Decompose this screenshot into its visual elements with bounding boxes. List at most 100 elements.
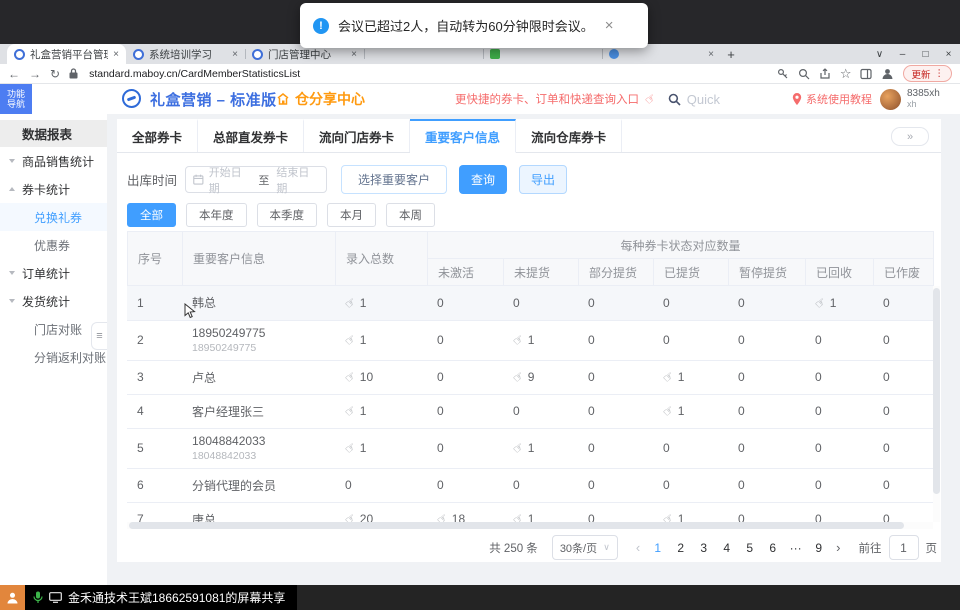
window-close-button[interactable]: × xyxy=(937,44,960,64)
quick-filter-本周[interactable]: 本周 xyxy=(386,203,435,227)
function-nav-toggle[interactable]: 功能 导航 xyxy=(0,84,32,114)
microphone-icon[interactable] xyxy=(33,591,43,604)
page-number-6[interactable]: 6 xyxy=(762,541,783,555)
share-center-link[interactable]: 仓分享中心 xyxy=(276,84,365,114)
tab-search-icon[interactable]: ∨ xyxy=(868,44,891,64)
cell-link-value[interactable]: 1 xyxy=(360,441,367,455)
collapse-panel-button[interactable]: » xyxy=(891,127,929,146)
quick-filter-本年度[interactable]: 本年度 xyxy=(186,203,247,227)
sidebar-item-订单统计[interactable]: 订单统计 xyxy=(0,259,107,287)
reload-icon[interactable]: ↻ xyxy=(50,68,60,80)
cell-link-value[interactable]: 9 xyxy=(528,370,535,384)
end-date-placeholder[interactable]: 结束日期 xyxy=(276,164,319,196)
sidebar-item-商品销售统计[interactable]: 商品销售统计 xyxy=(0,147,107,175)
bookmark-star-icon[interactable]: ☆ xyxy=(840,67,852,80)
side-panel-icon[interactable] xyxy=(860,68,872,80)
zoom-icon[interactable] xyxy=(798,68,810,80)
tab-重要客户信息[interactable]: 重要客户信息 xyxy=(410,119,516,153)
customer-name[interactable]: 韩总 xyxy=(192,294,325,311)
maximize-button[interactable]: □ xyxy=(914,44,937,64)
cell-total: ☞1 xyxy=(335,286,427,320)
user-subname: xh xyxy=(907,99,940,110)
browser-tab[interactable]: 礼盒营销平台管理中心× xyxy=(7,44,126,64)
tab-全部券卡[interactable]: 全部券卡 xyxy=(117,119,198,152)
cell-link-value[interactable]: 1 xyxy=(678,404,685,418)
cell-status-已作废: 0 xyxy=(873,428,933,468)
quick-filter-本季度[interactable]: 本季度 xyxy=(257,203,318,227)
sidebar-collapse-handle[interactable]: ≡ xyxy=(91,322,107,350)
finger-link-icon: ☞ xyxy=(510,331,527,349)
next-page-button[interactable]: › xyxy=(836,540,840,555)
tab-close-icon[interactable]: × xyxy=(351,49,357,60)
quick-filter-本月[interactable]: 本月 xyxy=(327,203,376,227)
customer-name[interactable]: 分销代理的会员 xyxy=(192,477,325,494)
sidebar-item-优惠券[interactable]: 优惠券 xyxy=(0,231,107,259)
cell-link-value[interactable]: 1 xyxy=(528,512,535,522)
customer-name[interactable]: 客户经理张三 xyxy=(192,403,325,420)
finger-link-icon: ☞ xyxy=(342,510,359,522)
page-number-5[interactable]: 5 xyxy=(739,541,760,555)
tab-流向仓库券卡[interactable]: 流向仓库券卡 xyxy=(516,119,622,152)
promo-text[interactable]: 更快捷的券卡、订单和快递查询入口 xyxy=(455,91,639,107)
share-icon[interactable] xyxy=(819,68,831,80)
page-number-4[interactable]: 4 xyxy=(716,541,737,555)
cell-link-value[interactable]: 1 xyxy=(528,333,535,347)
minimize-button[interactable]: – xyxy=(891,44,914,64)
page-number-3[interactable]: 3 xyxy=(693,541,714,555)
forward-icon[interactable]: → xyxy=(29,68,41,80)
page-number-2[interactable]: 2 xyxy=(670,541,691,555)
browser-update-button[interactable]: 更新⋮ xyxy=(903,65,952,82)
toast-close-icon[interactable]: × xyxy=(605,17,614,34)
quick-search-placeholder[interactable]: Quick xyxy=(687,92,720,107)
tab-close-icon[interactable]: × xyxy=(232,49,238,60)
customer-name[interactable]: 唐总 xyxy=(192,511,325,523)
horizontal-scrollbar-thumb[interactable] xyxy=(129,522,904,529)
cell-link-value[interactable]: 1 xyxy=(678,512,685,522)
vertical-scrollbar-thumb[interactable] xyxy=(933,288,940,494)
profile-icon[interactable] xyxy=(881,67,894,80)
page-size-select[interactable]: 30条/页 ∨ xyxy=(552,535,618,560)
sidebar-item-兑换礼券[interactable]: 兑换礼券 xyxy=(0,203,107,231)
browser-tab[interactable]: 系统培训学习× xyxy=(126,44,245,64)
export-button[interactable]: 导出 xyxy=(519,165,567,194)
sidebar-item-券卡统计[interactable]: 券卡统计 xyxy=(0,175,107,203)
tab-流向门店券卡[interactable]: 流向门店券卡 xyxy=(304,119,410,152)
customer-name[interactable]: 18048842033 xyxy=(192,434,325,448)
menu-dots-icon[interactable]: ⋮ xyxy=(935,68,945,79)
page-number-···[interactable]: ··· xyxy=(785,541,806,555)
cell-link-value[interactable]: 1 xyxy=(528,441,535,455)
prev-page-button[interactable]: ‹ xyxy=(636,540,640,555)
meeting-member-icon[interactable] xyxy=(0,585,25,610)
cell-link-value[interactable]: 1 xyxy=(830,296,837,310)
page-number-1[interactable]: 1 xyxy=(647,541,668,555)
horizontal-scrollbar[interactable] xyxy=(127,522,933,529)
quick-filter-全部[interactable]: 全部 xyxy=(127,203,176,227)
cell-link-value[interactable]: 1 xyxy=(360,404,367,418)
cell-link-value[interactable]: 1 xyxy=(678,370,685,384)
pick-customer-button[interactable]: 选择重要客户 xyxy=(341,165,447,194)
cell-link-value[interactable]: 10 xyxy=(360,370,373,384)
sidebar-item-发货统计[interactable]: 发货统计 xyxy=(0,287,107,315)
cell-link-value[interactable]: 18 xyxy=(452,512,465,522)
tab-close-icon[interactable]: × xyxy=(708,49,714,60)
start-date-placeholder[interactable]: 开始日期 xyxy=(209,164,252,196)
url-text[interactable]: standard.maboy.cn/CardMemberStatisticsLi… xyxy=(89,68,300,80)
cell-link-value[interactable]: 20 xyxy=(360,512,373,522)
key-icon[interactable] xyxy=(777,68,789,80)
goto-page-input[interactable]: 1 xyxy=(889,535,919,560)
customer-name[interactable]: 18950249775 xyxy=(192,326,325,340)
tab-总部直发券卡[interactable]: 总部直发券卡 xyxy=(198,119,304,152)
page-number-9[interactable]: 9 xyxy=(808,541,829,555)
date-range-input[interactable]: 开始日期 至 结束日期 xyxy=(185,166,327,193)
customer-name[interactable]: 卢总 xyxy=(192,369,325,386)
search-icon[interactable] xyxy=(668,93,681,106)
tab-close-icon[interactable]: × xyxy=(113,49,119,60)
query-button[interactable]: 查询 xyxy=(459,165,507,194)
vertical-scrollbar[interactable] xyxy=(933,286,940,522)
tutorial-link[interactable]: 系统使用教程 xyxy=(792,84,872,114)
cell-link-value[interactable]: 1 xyxy=(360,333,367,347)
back-icon[interactable]: ← xyxy=(8,68,20,80)
user-menu[interactable]: 8385xh xh xyxy=(880,84,940,114)
new-tab-button[interactable]: + xyxy=(721,44,741,64)
cell-link-value[interactable]: 1 xyxy=(360,296,367,310)
